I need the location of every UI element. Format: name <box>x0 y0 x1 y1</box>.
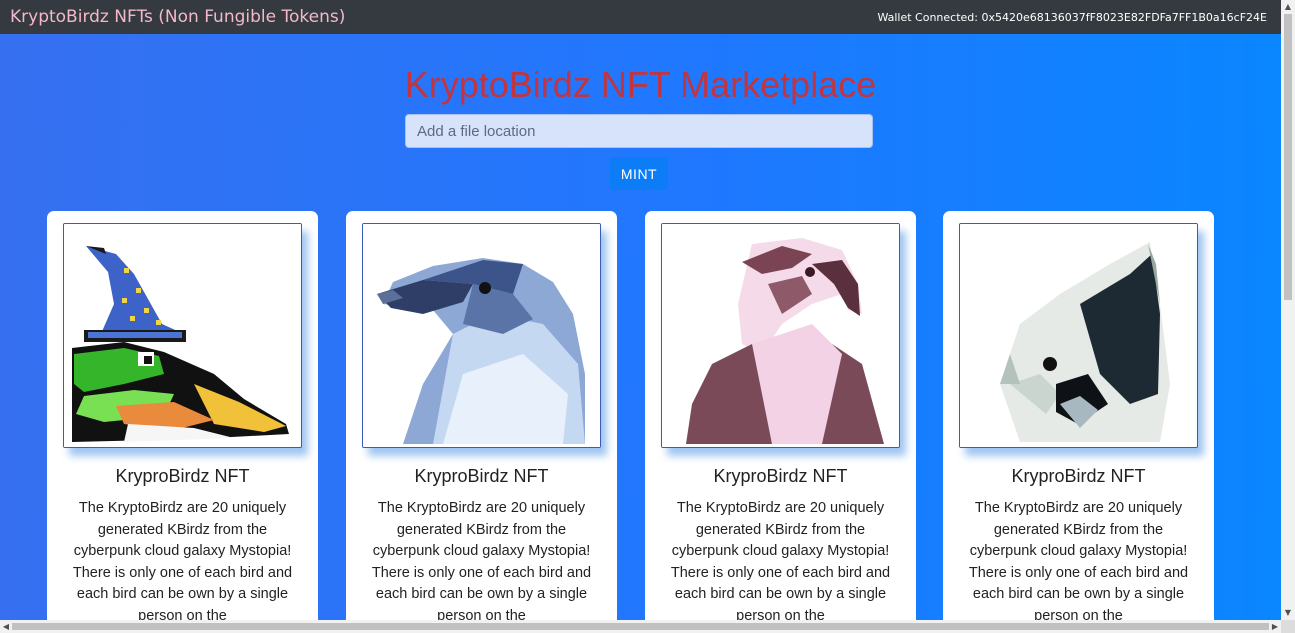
card-title: KryproBirdz NFT <box>115 466 250 486</box>
page-title: KryptoBirdz NFT Marketplace <box>404 64 877 105</box>
scroll-right-arrow-icon[interactable]: ▶ <box>1269 620 1281 633</box>
card-title: KryproBirdz NFT <box>1011 466 1146 486</box>
card-description: The KryptoBirdz are 20 uniquely generate… <box>670 500 891 620</box>
crested-bird-image <box>960 224 1197 447</box>
navbar-brand[interactable]: KryptoBirdz NFTs (Non Fungible Tokens) <box>10 7 345 27</box>
wallet-address: Wallet Connected: 0x5420e68136037fF8023E… <box>877 10 1267 24</box>
scroll-left-arrow-icon[interactable]: ◀ <box>0 620 12 633</box>
nft-card: KryproBirdz NFT The KryptoBirdz are 20 u… <box>645 211 916 620</box>
nft-card: KryproBirdz NFT The KryptoBirdz are 20 u… <box>346 211 617 620</box>
card-description: The KryptoBirdz are 20 uniquely generate… <box>72 500 293 620</box>
eagle-image <box>662 224 899 447</box>
card-title: KryproBirdz NFT <box>414 466 549 486</box>
horizontal-scrollbar[interactable]: ◀ ▶ <box>0 620 1281 633</box>
card-description: The KryptoBirdz are 20 uniquely generate… <box>371 500 592 620</box>
navbar: KryptoBirdz NFTs (Non Fungible Tokens) W… <box>0 0 1281 34</box>
nft-image-frame <box>959 223 1198 448</box>
vertical-scrollbar[interactable]: ▲ ▼ <box>1281 0 1295 620</box>
card-description: The KryptoBirdz are 20 uniquely generate… <box>968 500 1189 620</box>
nft-image-frame <box>661 223 900 448</box>
horizontal-scroll-thumb[interactable] <box>12 623 1269 630</box>
scroll-up-arrow-icon[interactable]: ▲ <box>1281 0 1295 14</box>
wizard-hat-bird-image <box>64 224 301 447</box>
scrollbar-corner <box>1281 620 1295 633</box>
main-content: KryptoBirdz NFT Marketplace MINT <box>0 34 1281 620</box>
card-title: KryproBirdz NFT <box>713 466 848 486</box>
nft-image-frame <box>362 223 601 448</box>
nft-card: KryproBirdz NFT The KryptoBirdz are 20 u… <box>47 211 318 620</box>
nft-card: KryproBirdz NFT The KryptoBirdz are 20 u… <box>943 211 1214 620</box>
vertical-scroll-thumb[interactable] <box>1284 14 1292 300</box>
mint-button[interactable]: MINT <box>610 157 668 190</box>
scroll-down-arrow-icon[interactable]: ▼ <box>1281 606 1295 620</box>
file-location-input[interactable] <box>405 114 873 148</box>
raven-image <box>363 224 600 447</box>
nft-image-frame <box>63 223 302 448</box>
